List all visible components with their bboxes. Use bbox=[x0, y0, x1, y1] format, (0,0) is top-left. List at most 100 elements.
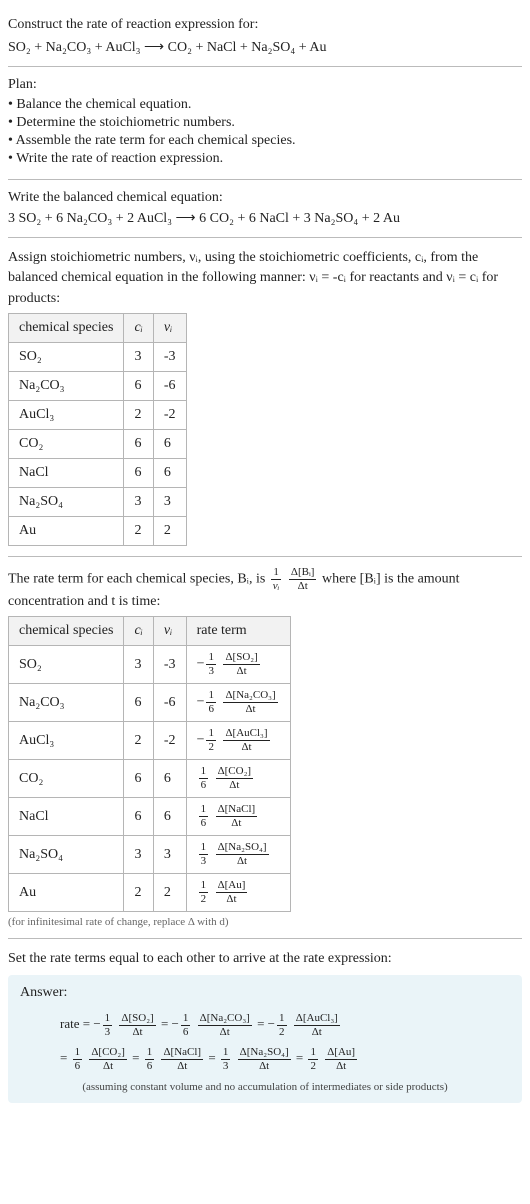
rate-coef-frac: 1 νᵢ bbox=[271, 567, 282, 592]
table-row: Na₂CO₃6-6−16 Δ[Na₂CO₃]Δt bbox=[9, 684, 291, 722]
cell-c: 2 bbox=[124, 516, 153, 545]
cell-c: 3 bbox=[124, 342, 153, 371]
cell-rate: −16 Δ[Na₂CO₃]Δt bbox=[186, 684, 290, 722]
stoich-desc: Assign stoichiometric numbers, νᵢ, using… bbox=[8, 248, 522, 309]
rate-delta-frac: Δ[Bᵢ] Δt bbox=[289, 567, 317, 592]
cell-c: 2 bbox=[124, 722, 153, 760]
cell-v: 3 bbox=[153, 487, 186, 516]
cell-c: 6 bbox=[124, 371, 153, 400]
table-row: AuCl₃2-2−12 Δ[AuCl₃]Δt bbox=[9, 722, 291, 760]
cell-v: -3 bbox=[153, 646, 186, 684]
col-c: cᵢ bbox=[124, 313, 153, 342]
cell-species: Na₂SO₄ bbox=[9, 487, 124, 516]
cell-rate: −13 Δ[SO₂]Δt bbox=[186, 646, 290, 684]
answer-box: Answer: rate = −13 Δ[SO₂]Δt = −16 Δ[Na₂C… bbox=[8, 975, 522, 1103]
plan-title: Plan: bbox=[8, 77, 522, 93]
problem-intro: Construct the rate of reaction expressio… bbox=[8, 14, 522, 35]
final-section: Set the rate terms equal to each other t… bbox=[8, 943, 522, 1109]
cell-species: Na₂SO₄ bbox=[9, 836, 124, 874]
problem-equation: SO₂ + Na₂CO₃ + AuCl₃ ⟶ CO₂ + NaCl + Na₂S… bbox=[8, 39, 522, 56]
cell-species: Au bbox=[9, 874, 124, 912]
rate-term-desc: The rate term for each chemical species,… bbox=[8, 567, 522, 612]
cell-species: CO₂ bbox=[9, 429, 124, 458]
cell-v: 6 bbox=[153, 429, 186, 458]
table-row: NaCl66 bbox=[9, 458, 187, 487]
cell-c: 2 bbox=[124, 874, 153, 912]
cell-v: -2 bbox=[153, 400, 186, 429]
cell-species: CO₂ bbox=[9, 760, 124, 798]
plan-item: Determine the stoichiometric numbers. bbox=[8, 115, 522, 131]
cell-rate: −12 Δ[AuCl₃]Δt bbox=[186, 722, 290, 760]
plan-item: Write the rate of reaction expression. bbox=[8, 151, 522, 167]
cell-rate: 13 Δ[Na₂SO₄]Δt bbox=[186, 836, 290, 874]
cell-v: -2 bbox=[153, 722, 186, 760]
table-row: SO₂3-3−13 Δ[SO₂]Δt bbox=[9, 646, 291, 684]
table-row: Au2212 Δ[Au]Δt bbox=[9, 874, 291, 912]
table-row: Na₂SO₄33 bbox=[9, 487, 187, 516]
cell-c: 6 bbox=[124, 429, 153, 458]
table-row: NaCl6616 Δ[NaCl]Δt bbox=[9, 798, 291, 836]
cell-species: NaCl bbox=[9, 798, 124, 836]
plan-item: Balance the chemical equation. bbox=[8, 97, 522, 113]
cell-v: 2 bbox=[153, 874, 186, 912]
cell-v: -3 bbox=[153, 342, 186, 371]
cell-c: 3 bbox=[124, 487, 153, 516]
divider bbox=[8, 938, 522, 939]
table-row: CO₂66 bbox=[9, 429, 187, 458]
rate-term-table: chemical species cᵢ νᵢ rate term SO₂3-3−… bbox=[8, 616, 291, 912]
plan-item: Assemble the rate term for each chemical… bbox=[8, 133, 522, 149]
cell-c: 6 bbox=[124, 798, 153, 836]
cell-species: SO₂ bbox=[9, 646, 124, 684]
cell-v: -6 bbox=[153, 371, 186, 400]
divider bbox=[8, 179, 522, 180]
cell-v: -6 bbox=[153, 684, 186, 722]
cell-species: Na₂CO₃ bbox=[9, 371, 124, 400]
cell-c: 2 bbox=[124, 400, 153, 429]
plan-section: Plan: Balance the chemical equation. Det… bbox=[8, 71, 522, 175]
cell-c: 6 bbox=[124, 684, 153, 722]
balanced-equation: 3 SO₂ + 6 Na₂CO₃ + 2 AuCl₃ ⟶ 6 CO₂ + 6 N… bbox=[8, 210, 522, 227]
cell-c: 6 bbox=[124, 458, 153, 487]
table-row: Au22 bbox=[9, 516, 187, 545]
cell-species: Au bbox=[9, 516, 124, 545]
cell-species: SO₂ bbox=[9, 342, 124, 371]
cell-v: 6 bbox=[153, 760, 186, 798]
cell-rate: 12 Δ[Au]Δt bbox=[186, 874, 290, 912]
divider bbox=[8, 237, 522, 238]
final-desc: Set the rate terms equal to each other t… bbox=[8, 949, 522, 969]
cell-species: AuCl₃ bbox=[9, 400, 124, 429]
stoich-section: Assign stoichiometric numbers, νᵢ, using… bbox=[8, 242, 522, 552]
cell-species: NaCl bbox=[9, 458, 124, 487]
cell-v: 6 bbox=[153, 458, 186, 487]
problem-section: Construct the rate of reaction expressio… bbox=[8, 8, 522, 62]
table-row: Na₂SO₄3313 Δ[Na₂SO₄]Δt bbox=[9, 836, 291, 874]
col-v: νᵢ bbox=[153, 617, 186, 646]
divider bbox=[8, 556, 522, 557]
cell-c: 3 bbox=[124, 836, 153, 874]
cell-v: 6 bbox=[153, 798, 186, 836]
col-v: νᵢ bbox=[153, 313, 186, 342]
col-c: cᵢ bbox=[124, 617, 153, 646]
cell-species: Na₂CO₃ bbox=[9, 684, 124, 722]
table-row: Na₂CO₃6-6 bbox=[9, 371, 187, 400]
cell-species: AuCl₃ bbox=[9, 722, 124, 760]
cell-c: 6 bbox=[124, 760, 153, 798]
balanced-intro: Write the balanced chemical equation: bbox=[8, 190, 522, 206]
table-row: SO₂3-3 bbox=[9, 342, 187, 371]
table-header-row: chemical species cᵢ νᵢ bbox=[9, 313, 187, 342]
table-header-row: chemical species cᵢ νᵢ rate term bbox=[9, 617, 291, 646]
cell-v: 3 bbox=[153, 836, 186, 874]
answer-equation: rate = −13 Δ[SO₂]Δt = −16 Δ[Na₂CO₃]Δt = … bbox=[60, 1007, 510, 1075]
cell-rate: 16 Δ[CO₂]Δt bbox=[186, 760, 290, 798]
rate-term-section: The rate term for each chemical species,… bbox=[8, 561, 522, 934]
col-species: chemical species bbox=[9, 617, 124, 646]
table-row: CO₂6616 Δ[CO₂]Δt bbox=[9, 760, 291, 798]
cell-rate: 16 Δ[NaCl]Δt bbox=[186, 798, 290, 836]
balanced-section: Write the balanced chemical equation: 3 … bbox=[8, 184, 522, 233]
answer-note: (assuming constant volume and no accumul… bbox=[20, 1081, 510, 1093]
col-species: chemical species bbox=[9, 313, 124, 342]
divider bbox=[8, 66, 522, 67]
table-row: AuCl₃2-2 bbox=[9, 400, 187, 429]
col-rate: rate term bbox=[186, 617, 290, 646]
rate-note: (for infinitesimal rate of change, repla… bbox=[8, 916, 522, 928]
